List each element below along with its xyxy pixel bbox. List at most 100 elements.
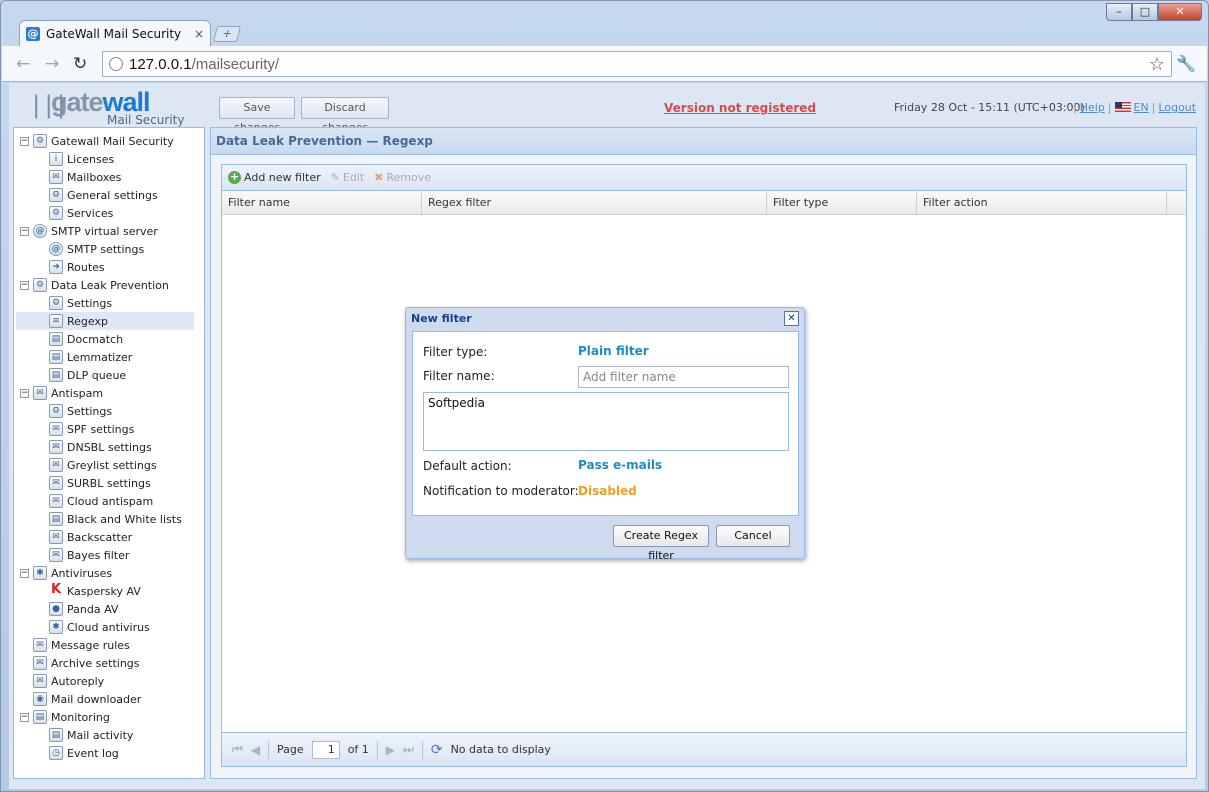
sidebar-item[interactable]: ⚙ Services	[36, 204, 113, 222]
sidebar-item[interactable]: ● Panda AV	[36, 600, 118, 618]
sidebar-item[interactable]: ▤ Mail activity	[36, 726, 133, 744]
wrench-icon[interactable]: 🔧	[1176, 54, 1196, 73]
sidebar-item-label: SMTP settings	[67, 242, 145, 256]
sidebar-item[interactable]: ▤ Lemmatizer	[36, 348, 132, 366]
sidebar-item[interactable]: K Kaspersky AV	[36, 582, 141, 600]
minimize-button[interactable]: –	[1106, 3, 1132, 21]
previous-page-icon[interactable]: ◀	[251, 743, 260, 757]
address-bar[interactable]: 127.0.0.1/mailsecurity/ ☆	[102, 51, 1172, 77]
sidebar-item[interactable]: ◷ Event log	[36, 744, 119, 762]
collapse-toggle-icon[interactable]: −	[20, 388, 29, 398]
close-window-button[interactable]: ✕	[1158, 3, 1202, 21]
separator: |	[1073, 101, 1077, 114]
tree-node-icon: ◉	[33, 692, 47, 706]
sidebar-item[interactable]: − @ SMTP virtual server	[20, 222, 158, 240]
browser-tab[interactable]: @ GateWall Mail Security ×	[19, 20, 211, 47]
registration-warning-link[interactable]: Version not registered	[664, 101, 816, 115]
page-number-input[interactable]: 1	[311, 740, 340, 759]
sidebar-item[interactable]: − ⚙ Data Leak Prevention	[20, 276, 169, 294]
next-page-icon[interactable]: ▶	[386, 743, 395, 757]
regex-text-area[interactable]: Softpedia	[423, 392, 789, 451]
sidebar-item[interactable]: ◉ Mail downloader	[20, 690, 141, 708]
language-link[interactable]: EN	[1134, 101, 1149, 114]
notification-value[interactable]: Disabled	[578, 484, 637, 498]
save-changes-button[interactable]: Save changes	[219, 97, 295, 134]
tree-node-icon: ⚙	[33, 134, 47, 148]
collapse-toggle-icon[interactable]: −	[20, 136, 29, 146]
default-action-value[interactable]: Pass e-mails	[578, 458, 662, 472]
sidebar-item[interactable]: ✉ Mailboxes	[36, 168, 121, 186]
sidebar-item[interactable]: ✉ SPF settings	[36, 420, 134, 438]
sidebar-item[interactable]: ⚙ Settings	[36, 402, 112, 420]
sidebar-item[interactable]: ▤ Black and White lists	[36, 510, 182, 528]
paging-status: No data to display	[450, 743, 551, 756]
sidebar-item[interactable]: ✉ Autoreply	[20, 672, 104, 690]
sidebar-item[interactable]: ⚙ Settings	[36, 294, 112, 312]
last-page-icon[interactable]: ⏭	[403, 742, 414, 757]
collapse-toggle-icon[interactable]: −	[20, 280, 29, 290]
discard-changes-button[interactable]: Discard changes	[301, 97, 389, 134]
first-page-icon[interactable]: ⏮	[232, 742, 243, 757]
forward-arrow-icon[interactable]: →	[45, 54, 59, 74]
sidebar-item[interactable]: i Licenses	[36, 150, 114, 168]
sidebar-item[interactable]: ✉ SURBL settings	[36, 474, 151, 492]
column-header-regex-filter[interactable]: Regex filter	[422, 191, 767, 215]
tree-node-icon: ✉	[49, 548, 63, 562]
sidebar-item[interactable]: ✉ Bayes filter	[36, 546, 129, 564]
sidebar-item[interactable]: ✉ Backscatter	[36, 528, 132, 546]
tree-node-icon: ✉	[49, 530, 63, 544]
sidebar-item[interactable]: − ⚙ Gatewall Mail Security	[20, 132, 174, 150]
sidebar-item[interactable]: ✉ Cloud antispam	[36, 492, 153, 510]
maximize-button[interactable]: □	[1132, 3, 1158, 21]
reload-icon[interactable]: ↻	[73, 54, 87, 74]
sidebar-item-label: SURBL settings	[67, 476, 151, 490]
remove-button[interactable]: ✖ Remove	[374, 171, 431, 184]
sidebar-item[interactable]: ✱ Cloud antivirus	[36, 618, 150, 636]
sidebar-item-label: Antiviruses	[51, 566, 113, 580]
sidebar-item[interactable]: ⚙ General settings	[36, 186, 158, 204]
tree-node-icon: ✱	[49, 620, 63, 634]
column-header-filter-name[interactable]: Filter name	[222, 191, 422, 215]
bookmark-star-icon[interactable]: ☆	[1149, 54, 1165, 75]
sidebar-item[interactable]: ✉ Greylist settings	[36, 456, 157, 474]
create-regex-filter-button[interactable]: Create Regex filter	[613, 525, 709, 562]
sidebar-item[interactable]: ▤ Docmatch	[36, 330, 123, 348]
top-bar: Save changes Discard changes Version not…	[210, 91, 1197, 134]
collapse-toggle-icon[interactable]: −	[20, 712, 29, 722]
new-tab-button[interactable]: +	[212, 26, 242, 42]
refresh-icon[interactable]: ⟳	[431, 742, 443, 758]
cancel-button[interactable]: Cancel	[716, 525, 790, 547]
sidebar-item[interactable]: ▤ DLP queue	[36, 366, 126, 384]
sidebar-item[interactable]: @ SMTP settings	[36, 240, 144, 258]
sidebar-item-label: Mail downloader	[51, 692, 142, 706]
dialog-body: Filter type: Plain filter Filter name: A…	[412, 331, 799, 516]
help-link[interactable]: Help	[1080, 101, 1105, 114]
back-arrow-icon[interactable]: ←	[16, 54, 30, 74]
collapse-toggle-icon[interactable]: −	[20, 568, 29, 578]
column-header-filter-action[interactable]: Filter action	[917, 191, 1167, 215]
sidebar-item[interactable]: ✉ Message rules	[20, 636, 130, 654]
pencil-icon: ✎	[330, 171, 340, 184]
sidebar-item-label: Bayes filter	[67, 548, 130, 562]
sidebar-item-label: Settings	[67, 296, 113, 310]
tree-node-icon: ➜	[49, 260, 63, 274]
column-header-filter-type[interactable]: Filter type	[767, 191, 917, 215]
sidebar-item[interactable]: − ✉ Antispam	[20, 384, 103, 402]
logout-link[interactable]: Logout	[1158, 101, 1196, 114]
edit-button[interactable]: ✎ Edit	[331, 171, 365, 184]
sidebar-item[interactable]: ➜ Routes	[36, 258, 105, 276]
sidebar-item[interactable]: ✉ Archive settings	[20, 654, 140, 672]
window-controls: – □ ✕	[1106, 3, 1202, 21]
dialog-title: New filter	[411, 312, 472, 325]
tab-close-icon[interactable]: ×	[194, 27, 204, 41]
filter-name-input[interactable]: Add filter name	[578, 366, 789, 388]
sidebar-item[interactable]: ✉ DNSBL settings	[36, 438, 152, 456]
sidebar-item[interactable]: − ✱ Antiviruses	[20, 564, 112, 582]
filter-type-value[interactable]: Plain filter	[578, 344, 649, 358]
add-new-filter-button[interactable]: + Add new filter	[228, 171, 321, 184]
collapse-toggle-icon[interactable]: −	[20, 226, 29, 236]
sidebar-item[interactable]: ≡ Regexp	[16, 312, 194, 330]
sidebar-item[interactable]: − ▤ Monitoring	[20, 708, 110, 726]
add-icon: +	[228, 170, 241, 184]
dialog-close-icon[interactable]: ✕	[784, 311, 799, 326]
